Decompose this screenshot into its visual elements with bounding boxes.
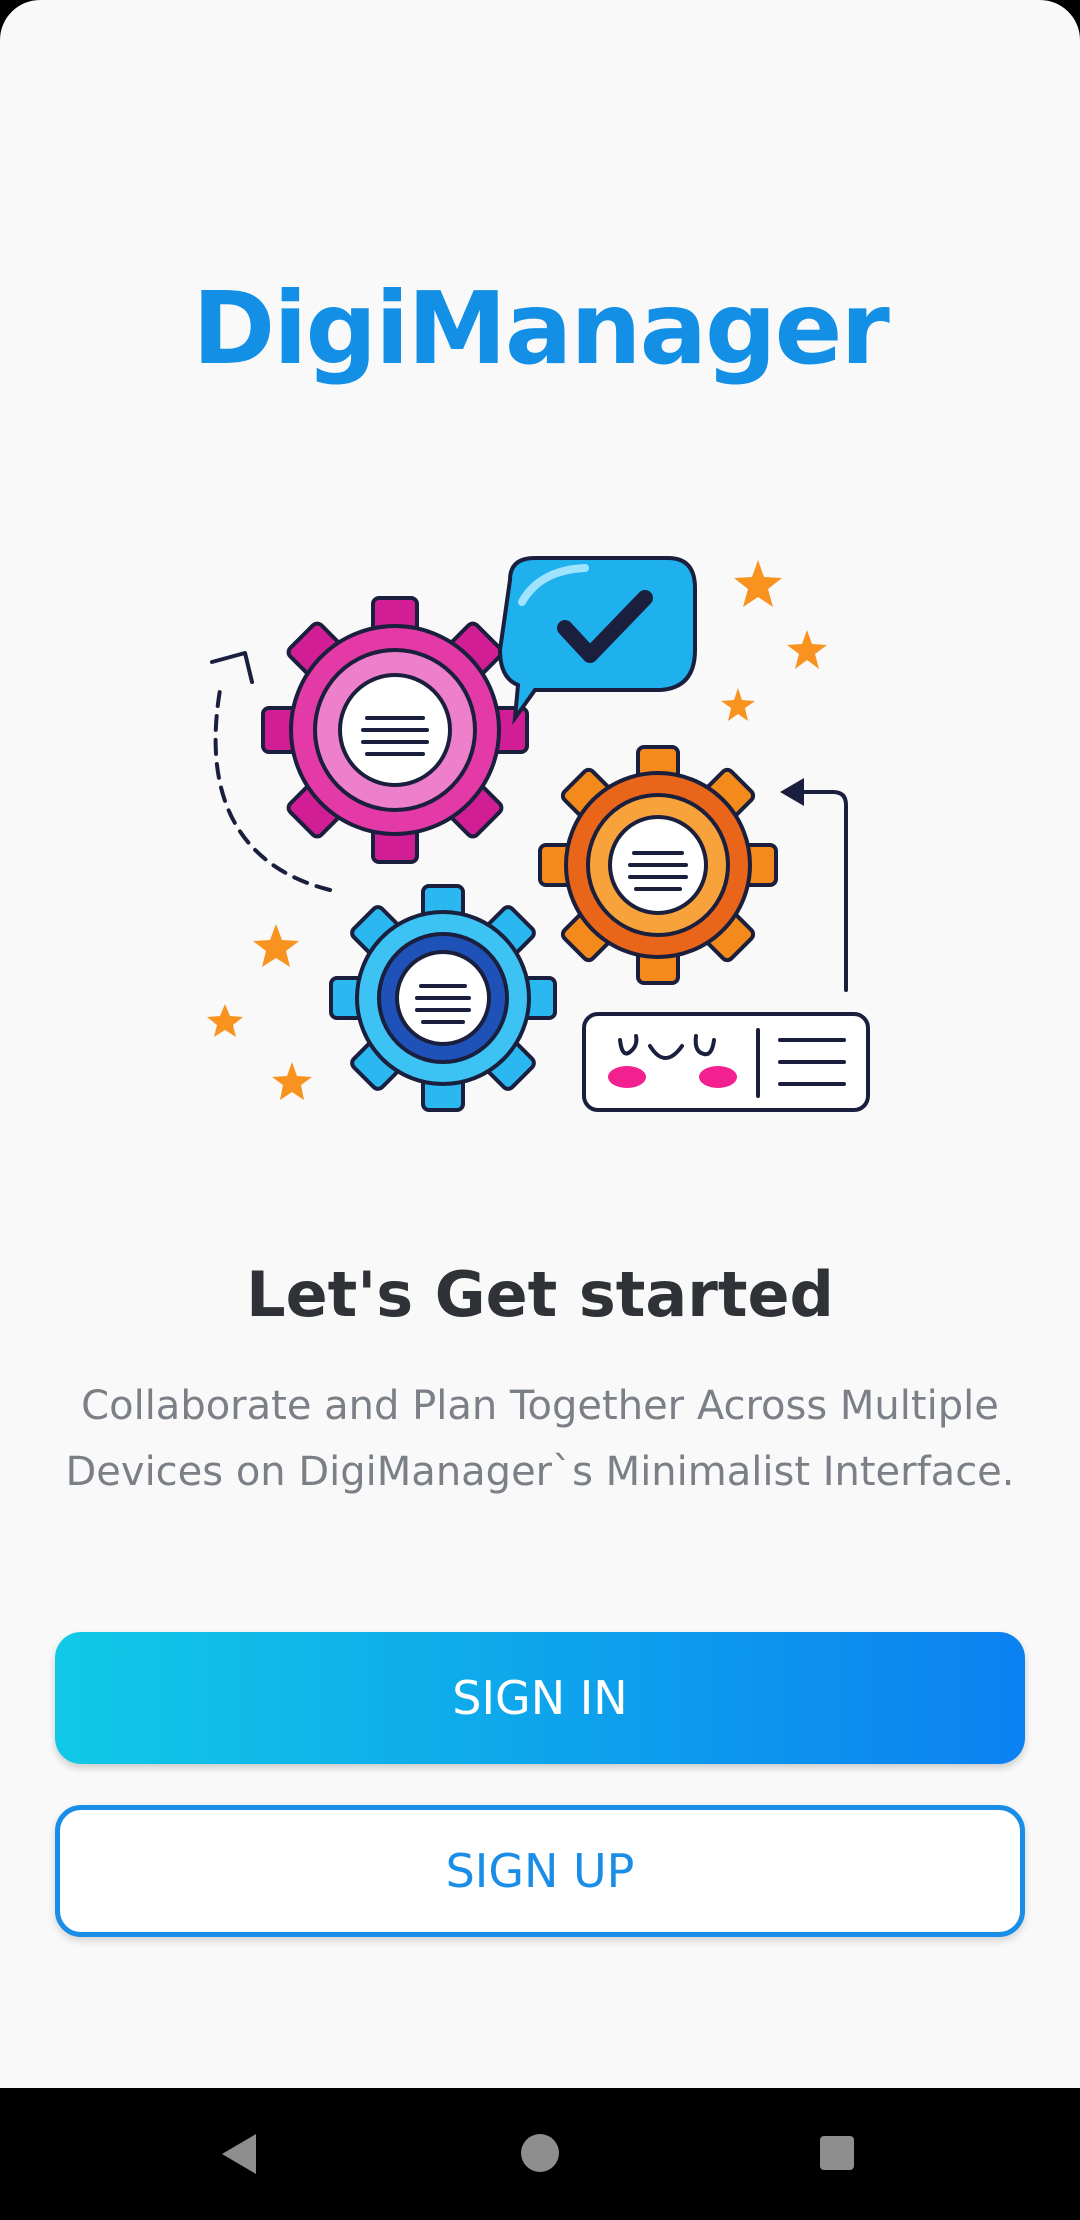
sign-up-button[interactable]: SIGN UP xyxy=(55,1805,1025,1937)
app-title: DigiManager xyxy=(192,270,890,387)
subtitle-line-2: Devices on DigiManager`s Minimalist Inte… xyxy=(65,1449,1015,1495)
gears-collaboration-illustration xyxy=(207,556,870,1112)
back-icon[interactable] xyxy=(222,2134,256,2174)
onboarding-heading: Let's Get started xyxy=(246,1258,834,1331)
sign-in-label: SIGN IN xyxy=(452,1671,628,1725)
onboarding-subtitle: Collaborate and Plan Together Across Mul… xyxy=(60,1373,1020,1505)
home-icon[interactable] xyxy=(521,2134,559,2172)
subtitle-line-1: Collaborate and Plan Together Across Mul… xyxy=(81,1383,999,1429)
sign-in-button[interactable]: SIGN IN xyxy=(55,1632,1025,1764)
recents-icon[interactable] xyxy=(820,2136,854,2170)
sign-up-label: SIGN UP xyxy=(445,1844,635,1898)
welcome-screen: DigiManager Let's Get started Collaborat… xyxy=(0,0,1080,2088)
